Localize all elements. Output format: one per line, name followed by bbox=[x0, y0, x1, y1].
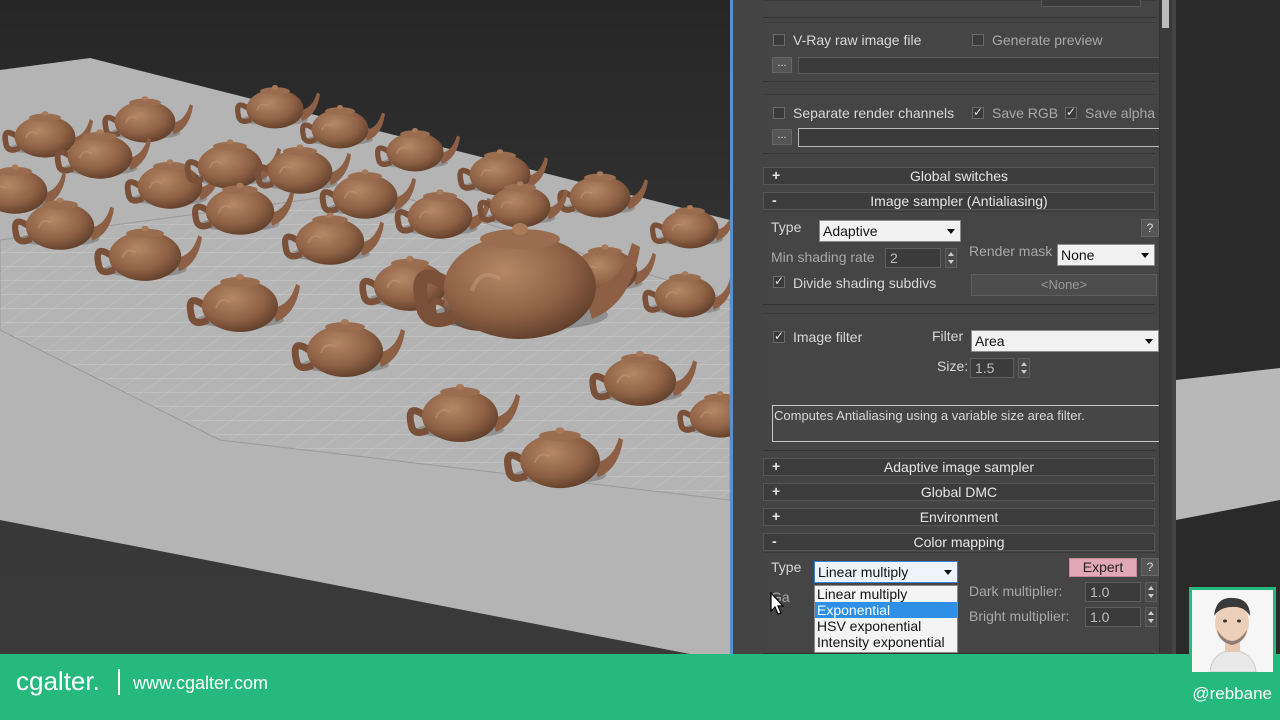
cm-type-label: Type bbox=[771, 559, 802, 575]
sampler-help-button[interactable]: ? bbox=[1141, 219, 1159, 237]
rollout-title: Color mapping bbox=[913, 534, 1005, 550]
brand-logo: cgalter. bbox=[16, 666, 100, 696]
size-spinner[interactable] bbox=[1018, 358, 1030, 378]
raw-browse-button[interactable]: ... bbox=[772, 57, 792, 73]
divide-subdivs-label: Divide shading subdivs bbox=[793, 275, 937, 291]
channels-browse-button[interactable]: ... bbox=[772, 129, 792, 145]
render-mask-none-button[interactable]: <None> bbox=[971, 274, 1157, 296]
dark-multiplier-label: Dark multiplier: bbox=[969, 583, 1063, 599]
size-label: Size: bbox=[937, 358, 969, 374]
channels-path-field[interactable] bbox=[798, 128, 1161, 147]
filter-description: Computes Antialiasing using a variable s… bbox=[772, 405, 1161, 442]
rollout-image-sampler[interactable]: - Image sampler (Antialiasing) bbox=[763, 192, 1155, 210]
bright-multiplier-field[interactable]: 1.0 bbox=[1085, 607, 1141, 627]
separate-channels-label: Separate render channels bbox=[793, 105, 955, 121]
vray-raw-label: V-Ray raw image file bbox=[793, 32, 922, 48]
filter-label: Filter bbox=[932, 328, 964, 344]
website-link[interactable]: www.cgalter.com bbox=[133, 673, 268, 694]
rollout-adaptive-sampler[interactable]: + Adaptive image sampler bbox=[763, 458, 1155, 476]
brand-separator bbox=[118, 669, 120, 695]
bright-multiplier-spinner[interactable] bbox=[1145, 607, 1157, 627]
image-filter-label: Image filter bbox=[793, 329, 863, 345]
image-filter-checkbox[interactable] bbox=[773, 329, 785, 343]
rollout-title: Global DMC bbox=[920, 484, 998, 500]
dropdown-option-exponential[interactable]: Exponential bbox=[815, 602, 957, 618]
cm-type-dropdown[interactable]: Linear multiply bbox=[814, 561, 958, 583]
cm-help-button[interactable]: ? bbox=[1141, 558, 1159, 576]
rollout-color-mapping[interactable]: - Color mapping bbox=[763, 533, 1155, 551]
size-field[interactable]: 1.5 bbox=[970, 358, 1014, 378]
rollout-global-switches[interactable]: + Global switches bbox=[763, 167, 1155, 185]
mouse-cursor-icon bbox=[770, 591, 786, 621]
save-rgb-label: Save RGB bbox=[992, 105, 1059, 121]
render-mask-dropdown[interactable]: None bbox=[1057, 244, 1155, 266]
sampler-type-dropdown[interactable]: Adaptive bbox=[819, 220, 961, 242]
rollout-environment[interactable]: + Environment bbox=[763, 508, 1155, 526]
divide-subdivs-checkbox[interactable] bbox=[773, 274, 785, 288]
dark-multiplier-spinner[interactable] bbox=[1145, 582, 1157, 602]
sampler-type-value: Adaptive bbox=[823, 223, 878, 239]
presenter-avatar bbox=[1189, 587, 1276, 675]
scrollbar-thumb[interactable] bbox=[1162, 0, 1169, 28]
expert-button[interactable]: Expert bbox=[1069, 558, 1137, 577]
render-mask-value: None bbox=[1061, 247, 1095, 263]
viewport-right-area bbox=[1176, 0, 1280, 654]
render-mask-label: Render mask bbox=[969, 243, 1053, 259]
filter-value: Area bbox=[975, 333, 1005, 349]
save-alpha-label: Save alpha bbox=[1085, 105, 1156, 121]
dark-multiplier-field[interactable]: 1.0 bbox=[1085, 582, 1141, 602]
filter-dropdown[interactable]: Area bbox=[971, 330, 1159, 352]
dropdown-option-linear-multiply[interactable]: Linear multiply bbox=[815, 586, 957, 602]
rollout-title: Global switches bbox=[909, 168, 1009, 184]
min-shading-field[interactable]: 2 bbox=[885, 248, 941, 268]
3d-viewport[interactable] bbox=[0, 0, 730, 654]
generate-preview-label: Generate preview bbox=[992, 32, 1103, 48]
cm-type-dropdown-list: Linear multiply Exponential HSV exponent… bbox=[814, 585, 958, 653]
panel-content: V-Ray raw image file Generate preview ..… bbox=[748, 0, 1161, 654]
render-setup-panel: V-Ray raw image file Generate preview ..… bbox=[730, 0, 1176, 654]
separate-channels-checkbox[interactable] bbox=[773, 107, 785, 119]
rollout-title: Environment bbox=[919, 509, 999, 525]
dropdown-option-hsv-exponential[interactable]: HSV exponential bbox=[815, 618, 957, 634]
bright-multiplier-label: Bright multiplier: bbox=[969, 608, 1070, 624]
save-rgb-checkbox[interactable] bbox=[972, 105, 984, 119]
dropdown-option-intensity-exponential[interactable]: Intensity exponential bbox=[815, 634, 957, 650]
social-handle: @rebbane bbox=[1192, 684, 1272, 703]
generate-preview-checkbox[interactable] bbox=[972, 34, 984, 46]
cm-type-value: Linear multiply bbox=[818, 564, 909, 580]
panel-scrollbar[interactable] bbox=[1159, 0, 1172, 654]
branding-bar: cgalter. www.cgalter.com @rebbane bbox=[0, 654, 1280, 720]
save-alpha-checkbox[interactable] bbox=[1065, 105, 1077, 119]
raw-path-field[interactable] bbox=[798, 57, 1161, 74]
top-section bbox=[763, 0, 1155, 18]
min-shading-label: Min shading rate bbox=[771, 249, 875, 265]
rollout-global-dmc[interactable]: + Global DMC bbox=[763, 483, 1155, 501]
viewport-scene bbox=[0, 58, 730, 654]
sampler-type-label: Type bbox=[771, 219, 802, 235]
rollout-title: Adaptive image sampler bbox=[883, 459, 1035, 475]
min-shading-spinner[interactable] bbox=[945, 248, 957, 268]
rollout-title: Image sampler (Antialiasing) bbox=[870, 193, 1048, 209]
vray-raw-checkbox[interactable] bbox=[773, 34, 785, 46]
